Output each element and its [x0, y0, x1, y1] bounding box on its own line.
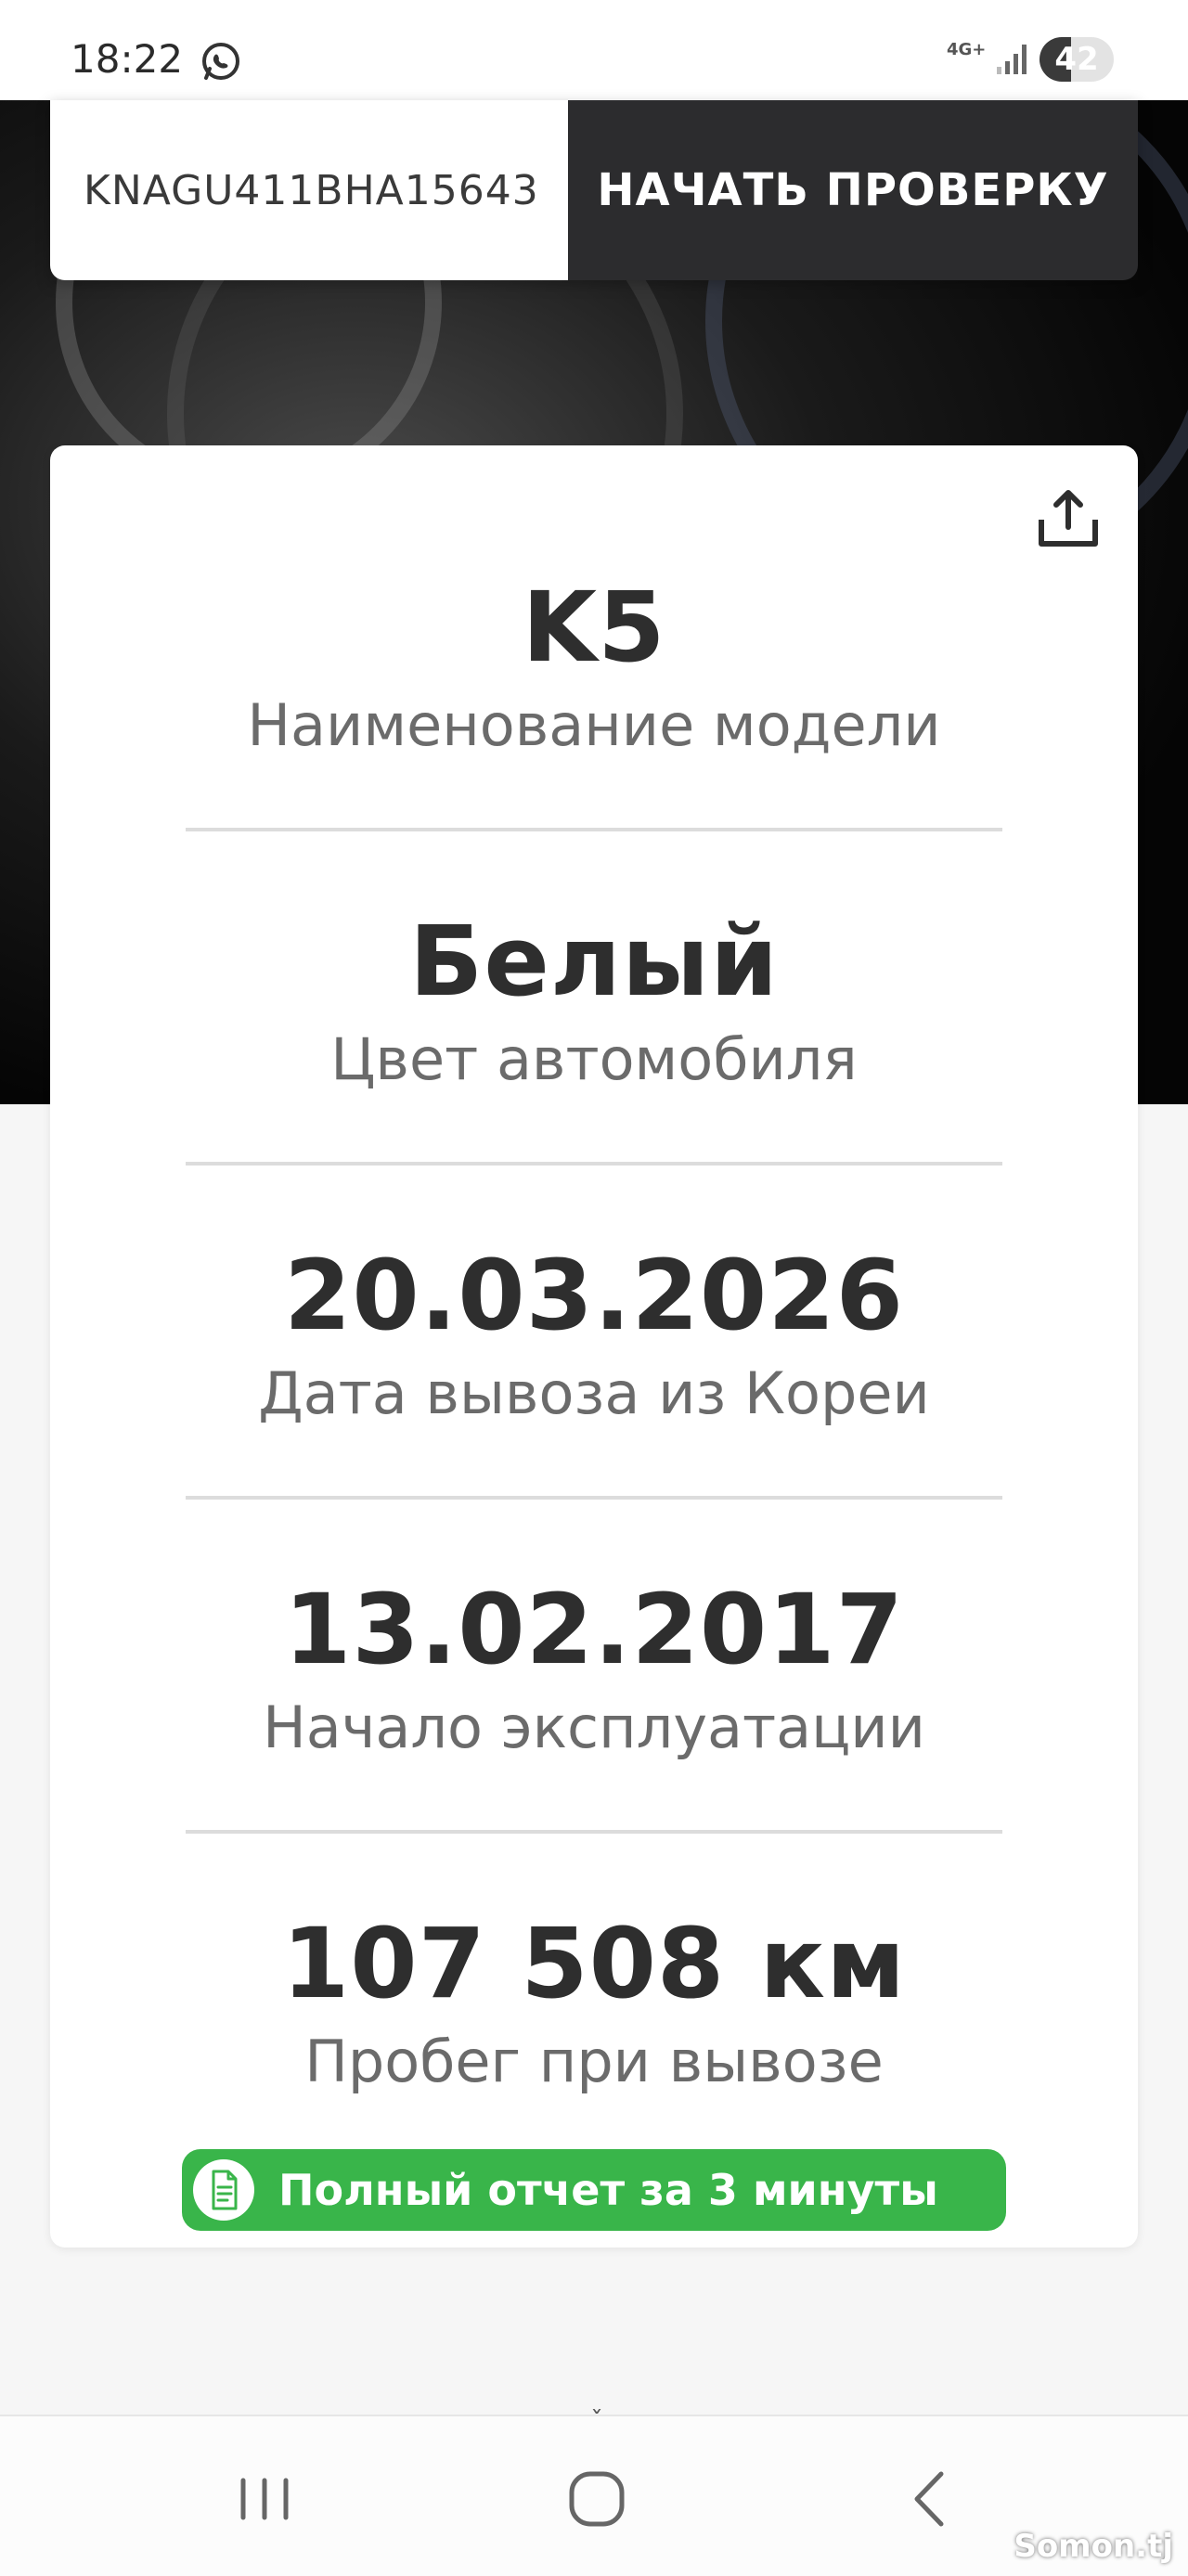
- battery-percent: 42: [1054, 41, 1099, 78]
- status-time: 18:22: [71, 36, 184, 82]
- color-value: Белый: [409, 905, 779, 1018]
- home-icon[interactable]: [555, 2457, 639, 2541]
- mileage-value: 107 508 км: [281, 1907, 907, 2020]
- info-item-color: Белый Цвет автомобиля: [50, 904, 1138, 1097]
- full-report-button[interactable]: Полный отчет за 3 минуты: [182, 2149, 1006, 2231]
- info-item-mileage: 107 508 км Пробег при вывозе: [50, 1906, 1138, 2099]
- info-item-export-date: 20.03.2026 Дата вывоза из Кореи: [50, 1238, 1138, 1431]
- divider: [186, 1496, 1002, 1500]
- battery-icon: 42: [1040, 37, 1114, 82]
- vin-input[interactable]: [50, 100, 568, 280]
- navigation-bar: [0, 2415, 1188, 2576]
- document-icon: [193, 2159, 254, 2221]
- first-use-value: 13.02.2017: [284, 1573, 904, 1686]
- export-date-label: Дата вывоза из Кореи: [258, 1359, 930, 1427]
- vehicle-info-card: K5 Наименование модели Белый Цвет автомо…: [50, 445, 1138, 2248]
- color-label: Цвет автомобиля: [330, 1025, 858, 1093]
- back-icon[interactable]: [889, 2457, 973, 2541]
- vin-search-bar: НАЧАТЬ ПРОВЕРКУ: [50, 100, 1138, 280]
- full-report-label: Полный отчет за 3 минуты: [278, 2165, 938, 2215]
- watermark: Somon.tj: [1014, 2528, 1173, 2565]
- export-date-value: 20.03.2026: [284, 1239, 904, 1352]
- model-label: Наименование модели: [247, 691, 941, 759]
- info-item-model: K5 Наименование модели: [50, 570, 1138, 763]
- whatsapp-icon: [202, 43, 239, 80]
- start-check-button[interactable]: НАЧАТЬ ПРОВЕРКУ: [568, 100, 1138, 280]
- network-indicator: 4G+: [947, 40, 987, 59]
- signal-icon: [997, 45, 1027, 74]
- status-bar: 18:22 4G+ 42: [0, 0, 1188, 100]
- first-use-label: Начало эксплуатации: [263, 1694, 925, 1761]
- divider: [186, 828, 1002, 831]
- divider: [186, 1162, 1002, 1166]
- share-icon[interactable]: [1036, 486, 1101, 551]
- recent-apps-icon[interactable]: [223, 2457, 306, 2541]
- info-item-first-use: 13.02.2017 Начало эксплуатации: [50, 1572, 1138, 1765]
- model-value: K5: [522, 571, 666, 684]
- divider: [186, 1830, 1002, 1834]
- mileage-label: Пробег при вывозе: [304, 2028, 884, 2095]
